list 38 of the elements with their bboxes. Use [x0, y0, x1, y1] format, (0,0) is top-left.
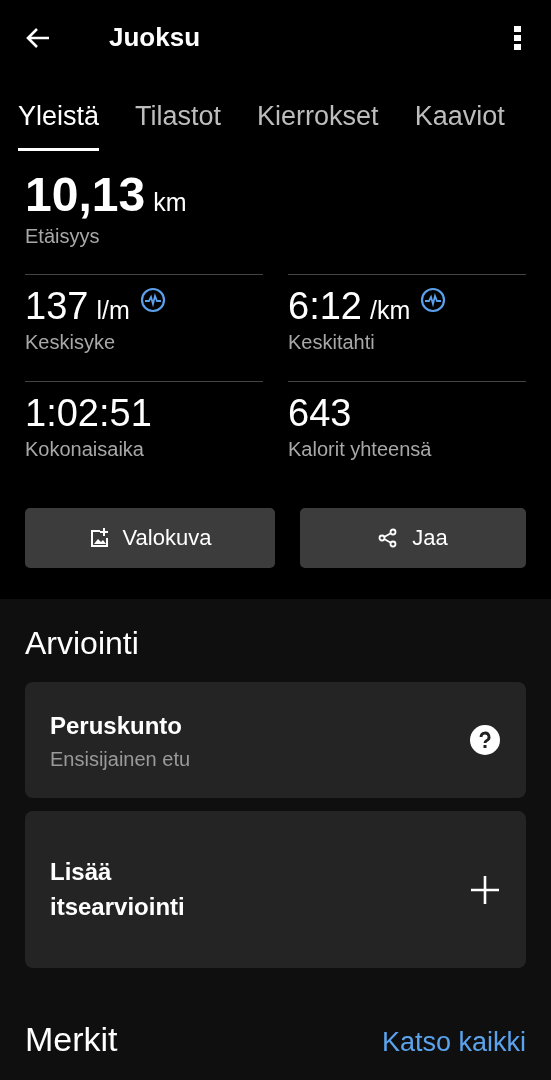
unit-label: l/m — [96, 296, 130, 325]
heart-rate-icon[interactable] — [420, 287, 447, 313]
stat-value: 643 — [288, 394, 352, 432]
stat-label: Kokonaisaika — [25, 438, 145, 461]
stat-label: Keskitahti — [288, 331, 376, 354]
add-photo-icon — [88, 528, 109, 548]
plus-icon[interactable] — [470, 874, 500, 905]
unit-label: km — [153, 188, 187, 217]
share-button[interactable]: Jaa — [300, 508, 526, 568]
tab[interactable]: Tilastot — [135, 75, 222, 151]
stat-value: 137 — [25, 287, 89, 325]
section-heading: Merkit — [25, 1020, 118, 1059]
stat-label: Etäisyys — [25, 225, 101, 248]
screen-title: Juoksu — [109, 22, 202, 53]
back-icon — [25, 26, 51, 49]
photo-button[interactable]: Valokuva — [25, 508, 275, 568]
share-icon — [378, 528, 399, 548]
stat-value: 6:12 — [288, 287, 362, 325]
tab[interactable]: Kaaviot — [414, 75, 505, 151]
evaluation-card[interactable]: Lisää itsearviointi — [25, 811, 526, 968]
evaluation-card[interactable]: Peruskunto Ensisijainen etu — [25, 682, 526, 798]
distance-value: 10,13 — [25, 171, 146, 219]
tab[interactable]: Yleistä — [18, 75, 100, 151]
heart-rate-icon[interactable] — [139, 287, 166, 313]
stat-value: 1:02:51 — [25, 394, 152, 432]
more-button[interactable] — [514, 25, 522, 50]
tab[interactable]: Kierrokset — [257, 75, 379, 151]
stat-label: Keskisyke — [25, 331, 117, 354]
card-title: Peruskunto — [50, 711, 184, 742]
unit-label: /km — [369, 296, 411, 325]
card-title: Lisää itsearviointi — [50, 856, 186, 922]
back-button[interactable] — [25, 26, 51, 49]
card-subtitle: Ensisijainen etu — [50, 747, 191, 771]
see-all-link[interactable]: Katso kaikki — [381, 1027, 526, 1058]
help-icon[interactable] — [470, 725, 500, 755]
stat-label: Kalorit yhteensä — [288, 438, 433, 461]
more-icon — [514, 25, 522, 50]
section-heading: Arviointi — [25, 625, 140, 662]
